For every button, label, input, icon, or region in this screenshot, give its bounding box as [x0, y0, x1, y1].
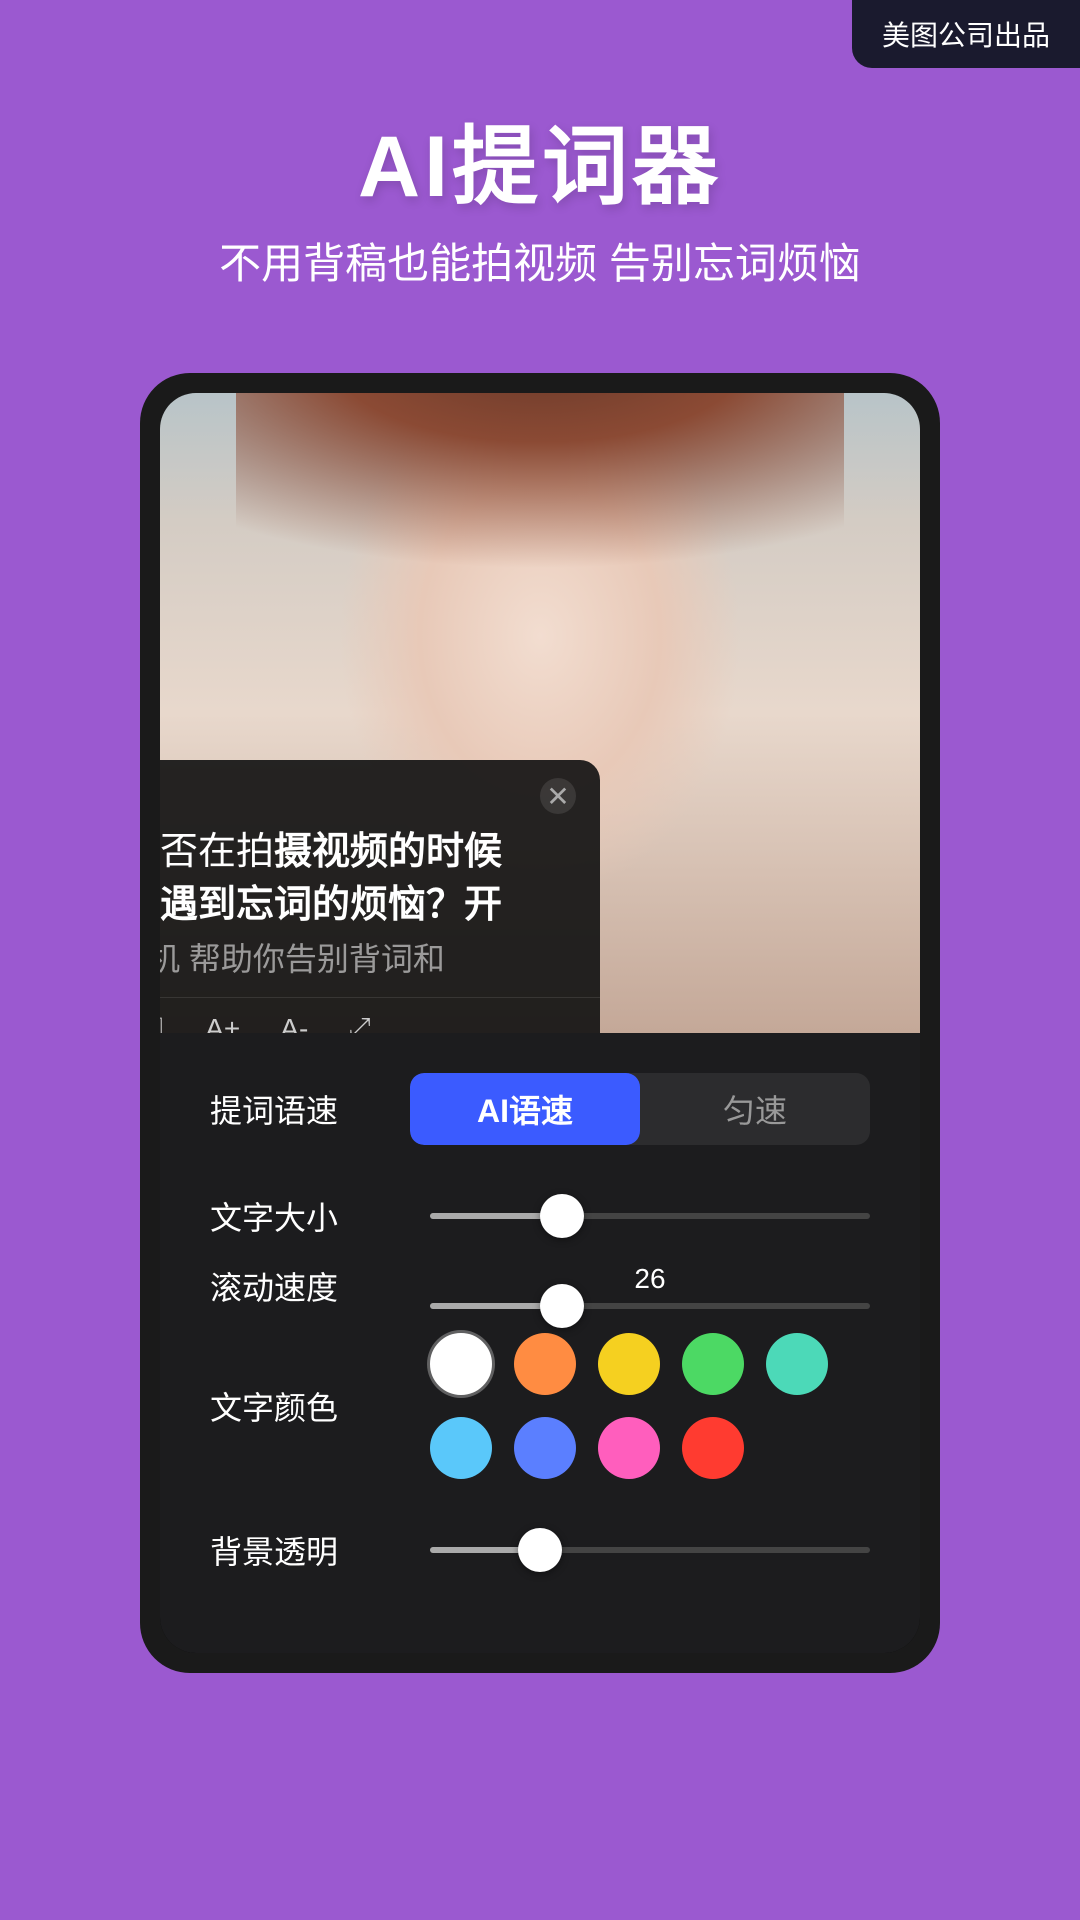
settings-panel: 提词语速 AI语速 匀速 文字大小: [160, 1033, 920, 1623]
teleprompter-panel: ✛ ✕ 你是否在拍摄视频的时候 经常遇到忘词的烦恼？开 拍相机 帮助你告别背词和…: [160, 760, 600, 1033]
tp-line1-highlight: 摄视频的时候: [274, 831, 502, 873]
color-options: [430, 1333, 870, 1479]
font-increase-icon[interactable]: A+: [205, 1013, 240, 1034]
tp-text-area: 你是否在拍摄视频的时候 经常遇到忘词的烦恼？开 拍相机 帮助你告别背词和: [160, 826, 600, 997]
text-size-row: 文字大小: [210, 1193, 870, 1239]
speed-uniform-button[interactable]: 匀速: [640, 1073, 870, 1145]
phone-mockup: ✛ ✕ 你是否在拍摄视频的时候 经常遇到忘词的烦恼？开 拍相机 帮助你告别背词和…: [140, 373, 940, 1673]
speed-setting-row: 提词语速 AI语速 匀速: [210, 1073, 870, 1145]
hero-title: AI提词器: [60, 120, 1020, 215]
tp-line1: 你是否在拍摄视频的时候: [160, 826, 576, 879]
tp-line3: 拍相机 帮助你告别背词和: [160, 937, 576, 982]
scroll-speed-thumb[interactable]: [540, 1284, 584, 1328]
text-size-slider-container: [430, 1213, 870, 1219]
scroll-speed-label: 滚动速度: [210, 1263, 410, 1309]
text-size-track: [430, 1213, 870, 1219]
scroll-speed-row: 滚动速度 26: [210, 1263, 870, 1309]
color-green[interactable]: [682, 1333, 744, 1395]
scroll-speed-track: [430, 1303, 870, 1309]
color-cyan[interactable]: [430, 1417, 492, 1479]
close-icon[interactable]: ✕: [540, 778, 576, 814]
text-color-label: 文字颜色: [210, 1383, 410, 1429]
color-orange[interactable]: [514, 1333, 576, 1395]
scroll-speed-setting: 滚动速度 26: [210, 1263, 870, 1309]
color-pink[interactable]: [598, 1417, 660, 1479]
color-white[interactable]: [430, 1333, 492, 1395]
color-teal[interactable]: [766, 1333, 828, 1395]
font-decrease-icon[interactable]: A-: [280, 1013, 308, 1034]
frame-tool-icon[interactable]: ⌷: [160, 1012, 165, 1033]
hero-subtitle: 不用背稿也能拍视频 告别忘词烦恼: [60, 235, 1020, 294]
company-badge-label: 美图公司出品: [882, 20, 1050, 51]
company-badge: 美图公司出品: [852, 0, 1080, 68]
phone-bottom-bar: [160, 1623, 920, 1653]
bg-transparent-row: 背景透明: [210, 1527, 870, 1573]
bg-transparent-track: [430, 1547, 870, 1553]
hair-overlay: [236, 393, 844, 743]
tp-toolbar: ◎ ⌷ A+ A- ⤢: [160, 997, 600, 1033]
speed-label: 提词语速: [210, 1086, 410, 1132]
text-color-row: 文字颜色: [210, 1333, 870, 1479]
color-yellow[interactable]: [598, 1333, 660, 1395]
speed-toggle: AI语速 匀速: [410, 1073, 870, 1145]
bg-transparent-slider-container: [430, 1547, 870, 1553]
camera-view: ✛ ✕ 你是否在拍摄视频的时候 经常遇到忘词的烦恼？开 拍相机 帮助你告别背词和…: [160, 393, 920, 1033]
bg-transparent-label: 背景透明: [210, 1527, 410, 1573]
phone-frame: ✛ ✕ 你是否在拍摄视频的时候 经常遇到忘词的烦恼？开 拍相机 帮助你告别背词和…: [140, 373, 940, 1673]
speed-ai-button[interactable]: AI语速: [410, 1073, 640, 1145]
text-size-thumb[interactable]: [540, 1194, 584, 1238]
text-size-label: 文字大小: [210, 1193, 410, 1239]
tp-line1-normal: 你是否在拍: [160, 831, 274, 873]
tp-header: ✛ ✕: [160, 760, 600, 826]
phone-screen: ✛ ✕ 你是否在拍摄视频的时候 经常遇到忘词的烦恼？开 拍相机 帮助你告别背词和…: [160, 393, 920, 1653]
text-size-setting: 文字大小: [210, 1193, 870, 1239]
bg-transparent-thumb[interactable]: [518, 1528, 562, 1572]
color-blue[interactable]: [514, 1417, 576, 1479]
tp-line2: 经常遇到忘词的烦恼？开: [160, 879, 576, 932]
scroll-speed-value: 26: [430, 1263, 870, 1295]
scroll-speed-slider-container: 26: [430, 1263, 870, 1309]
expand-icon[interactable]: ⤢: [348, 1012, 370, 1033]
color-red[interactable]: [682, 1417, 744, 1479]
